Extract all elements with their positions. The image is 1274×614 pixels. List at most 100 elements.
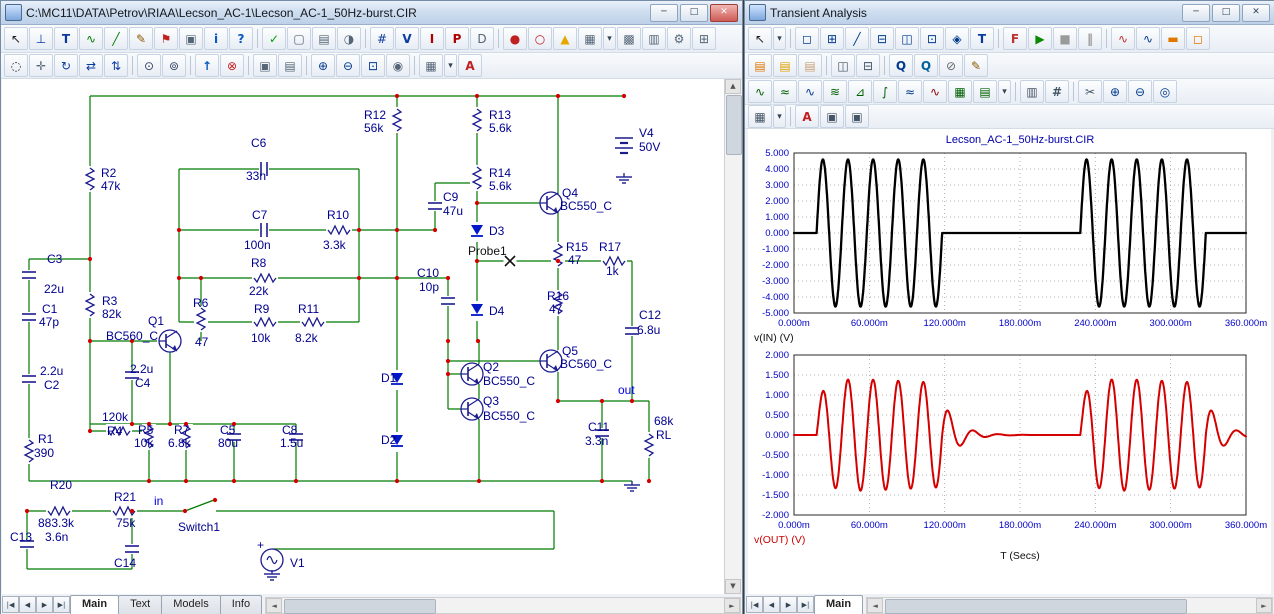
component-label[interactable]: R2 xyxy=(101,166,117,180)
tab-nav-button-2[interactable]: ▶ xyxy=(780,596,797,613)
scale-mode-button[interactable]: ◻ xyxy=(795,27,819,50)
tab-nav-button-3[interactable]: ▶| xyxy=(53,596,70,613)
component-label[interactable]: 5.6k xyxy=(489,121,513,135)
schematic-vertical-scrollbar[interactable]: ▲ ▼ xyxy=(724,79,741,594)
component-label[interactable]: R1 xyxy=(38,432,54,446)
component-label[interactable]: 47 xyxy=(195,335,209,349)
component-label[interactable]: C7 xyxy=(252,208,268,222)
find-button[interactable]: ⊙ xyxy=(137,54,161,77)
copy-1-button[interactable]: ▣ xyxy=(820,105,844,128)
component-label[interactable]: 883.3k xyxy=(38,516,75,530)
component-label[interactable]: 47 xyxy=(549,302,563,316)
paste-dropdown-button[interactable]: ▾ xyxy=(998,80,1011,103)
component-label[interactable]: 75k xyxy=(116,516,136,530)
grid-display-2-button[interactable]: ▦ xyxy=(419,54,443,77)
component-label[interactable]: 100n xyxy=(244,238,271,252)
waveform-7-button[interactable]: ≈ xyxy=(898,80,922,103)
tab-nav-button-3[interactable]: ▶| xyxy=(797,596,814,613)
preferences-gear-button[interactable]: ⚙ xyxy=(667,27,691,50)
component-label[interactable]: 2.2u xyxy=(130,362,153,376)
pages-button[interactable]: ▥ xyxy=(1020,80,1044,103)
component-label[interactable]: 47 xyxy=(568,253,582,267)
tab-text[interactable]: Text xyxy=(118,595,162,614)
component-label[interactable]: 33n xyxy=(246,169,266,183)
scroll-left-button[interactable]: ◄ xyxy=(266,598,282,613)
numeric-output-button[interactable]: # xyxy=(1045,80,1069,103)
component-label[interactable]: R8 xyxy=(251,256,267,270)
component-label[interactable]: R21 xyxy=(114,490,136,504)
tab-nav-button-1[interactable]: ◀ xyxy=(19,596,36,613)
component-label[interactable]: R16 xyxy=(547,289,569,303)
component-label[interactable]: R9 xyxy=(254,302,270,316)
component-label[interactable]: C1 xyxy=(42,302,58,316)
component-label[interactable]: C12 xyxy=(639,308,661,322)
snapshot-button[interactable]: ◉ xyxy=(386,54,410,77)
component-label[interactable]: C14 xyxy=(114,556,136,570)
scope-blue-button[interactable]: ∿ xyxy=(1136,27,1160,50)
schematic-horizontal-scrollbar[interactable]: ◄ ► xyxy=(265,597,741,614)
node-numbers-button[interactable]: # xyxy=(370,27,394,50)
conditions-button[interactable]: D xyxy=(470,27,494,50)
component-label[interactable]: R3 xyxy=(102,294,118,308)
waveform-3-button[interactable]: ∿ xyxy=(798,80,822,103)
component-label[interactable]: R12 xyxy=(364,108,386,122)
region-enable-button[interactable]: ▢ xyxy=(287,27,311,50)
restore-button[interactable]: □ xyxy=(680,4,708,22)
component-label[interactable]: D4 xyxy=(489,304,505,318)
component-label[interactable]: 47u xyxy=(443,204,463,218)
enable-check-button[interactable]: ✓ xyxy=(262,27,286,50)
component-label[interactable]: Q4 xyxy=(562,186,578,200)
cross-hair-button[interactable]: ▩ xyxy=(617,27,641,50)
component-label[interactable]: 8.2k xyxy=(295,331,319,345)
active-region-button[interactable]: ▬ xyxy=(1161,27,1185,50)
horizontal-tag-button[interactable]: ⊟ xyxy=(870,27,894,50)
component-label[interactable]: R14 xyxy=(489,166,511,180)
component-label[interactable]: Q2 xyxy=(483,360,499,374)
pin-connections-button[interactable]: ● xyxy=(503,27,527,50)
component-label[interactable]: BC560_C xyxy=(106,329,158,343)
stop-button[interactable]: ■ xyxy=(1053,27,1077,50)
rotate-button[interactable]: ↻ xyxy=(54,54,78,77)
grid-dropdown-2-button[interactable]: ▾ xyxy=(444,54,457,77)
zoom-q1-button[interactable]: Q xyxy=(889,54,913,77)
currents-button[interactable]: I xyxy=(420,27,444,50)
component-label[interactable]: 47k xyxy=(101,179,121,193)
outline-region-button[interactable]: ◻ xyxy=(1186,27,1210,50)
component-label[interactable]: R5 xyxy=(138,423,154,437)
component-label[interactable]: C11 xyxy=(588,420,609,434)
table-plot-button[interactable]: ▤ xyxy=(973,80,997,103)
zoom-q2-button[interactable]: Q xyxy=(914,54,938,77)
flag-mode-button[interactable]: ⚑ xyxy=(154,27,178,50)
analysis-plot-area[interactable]: Lecson_AC-1_50Hz-burst.CIR5.0004.0003.00… xyxy=(748,129,1271,594)
mirror-horizontal-button[interactable]: ⇄ xyxy=(79,54,103,77)
remove-object-button[interactable]: ⊗ xyxy=(220,54,244,77)
component-label[interactable]: C6 xyxy=(251,136,267,150)
diagonal-wire-mode-button[interactable]: ╱ xyxy=(104,27,128,50)
component-label[interactable]: RL xyxy=(656,428,672,442)
component-label[interactable]: C9 xyxy=(443,190,459,204)
zoom-in-button[interactable]: ⊕ xyxy=(311,54,335,77)
component-label[interactable]: V1 xyxy=(290,556,305,570)
component-label[interactable]: R6 xyxy=(193,296,209,310)
component-label[interactable]: V4 xyxy=(639,126,654,140)
component-label[interactable]: R7 xyxy=(174,423,190,437)
tab-main[interactable]: Main xyxy=(70,595,119,614)
select-rect-button[interactable]: ◌ xyxy=(4,54,28,77)
panel-optimize-button[interactable]: ▤ xyxy=(798,54,822,77)
annotate-button[interactable]: ✎ xyxy=(964,54,988,77)
component-label[interactable]: 68k xyxy=(654,414,674,428)
component-label[interactable]: C4 xyxy=(135,376,151,390)
tab-nav-button-0[interactable]: |◀ xyxy=(746,596,763,613)
component-label[interactable]: 3.6n xyxy=(45,530,68,544)
component-label[interactable]: Q3 xyxy=(483,394,499,408)
component-label[interactable]: BC550_C xyxy=(560,199,612,213)
waveform-8-button[interactable]: ∿ xyxy=(923,80,947,103)
horizontal-scroll-thumb[interactable] xyxy=(885,599,1187,614)
tab-main[interactable]: Main xyxy=(814,595,863,614)
font-button[interactable]: A xyxy=(795,105,819,128)
component-label[interactable]: C2 xyxy=(44,378,60,392)
analysis-titlebar[interactable]: Transient Analysis ─□✕ xyxy=(745,1,1274,25)
component-label[interactable]: BC560_C xyxy=(560,357,612,371)
tab-info[interactable]: Info xyxy=(220,595,262,614)
split-vertical-button[interactable]: ⊟ xyxy=(856,54,880,77)
